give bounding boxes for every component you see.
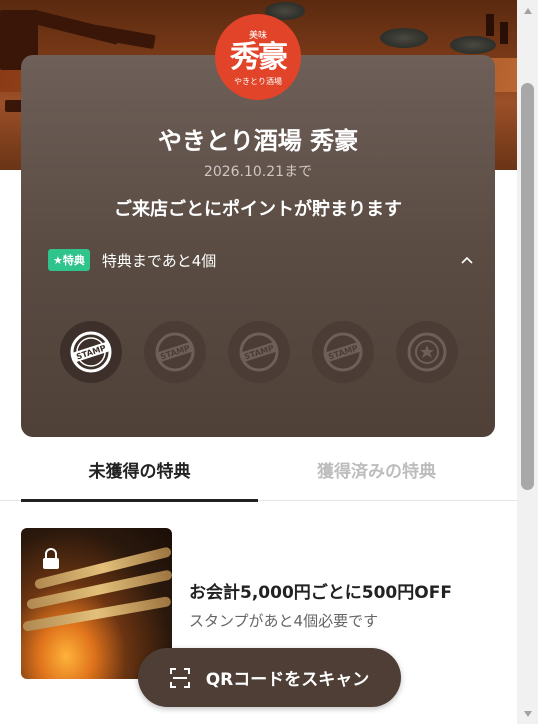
scroll-thumb[interactable] [521,83,534,490]
shop-name: やきとり酒場 秀豪 [157,127,359,155]
shop-logo: 美味 秀豪 やきとり酒場 [215,14,301,100]
lock-icon [43,548,59,569]
card-tagline: ご来店ごとにポイントが貯まります [114,199,402,220]
svg-text:STAMP: STAMP [327,343,359,361]
svg-text:STAMP: STAMP [243,343,275,361]
reward-title: お会計5,000円ごとに500円OFF [189,583,452,603]
hero-plate [380,28,428,48]
reward-tabs: 未獲得の特典 獲得済みの特典 [0,437,517,502]
bonus-toggle[interactable]: ★特典 特典まであと4個 [48,249,474,271]
stamp-placeholder-icon: STAMP [155,332,195,372]
bonus-badge: ★特典 [48,249,90,271]
chevron-up-icon[interactable] [460,253,474,267]
hero-bottle [500,22,508,44]
star-icon [407,332,447,372]
stamp-earned-icon: STAMP [70,331,112,373]
tab-unearned-rewards[interactable]: 未獲得の特典 [21,437,258,502]
svg-text:STAMP: STAMP [159,343,191,361]
tab-earned-rewards[interactable]: 獲得済みの特典 [258,437,495,501]
stamp-slot-earned: STAMP [60,321,122,383]
scroll-down-arrow-icon[interactable] [517,703,538,724]
stamp-placeholder-icon: STAMP [323,332,363,372]
reward-description: スタンプがあと4個必要です [189,612,379,630]
bonus-remaining-text: 特典まであと4個 [101,251,217,270]
stamp-card-page: やきとり酒場 秀豪 2026.10.21まで ご来店ごとにポイントが貯まります … [0,0,517,724]
stamp-slot-empty: STAMP [228,321,290,383]
stamp-placeholder-icon: STAMP [239,332,279,372]
scroll-up-arrow-icon[interactable] [517,0,538,21]
stamp-slot-empty: STAMP [144,321,206,383]
logo-kanji: 秀豪 [230,39,288,75]
vertical-scrollbar[interactable] [517,0,538,724]
logo-subtext: やきとり酒場 [234,76,282,86]
qr-scan-label: QRコードをスキャン [205,670,370,690]
stamp-slot-empty: STAMP [312,321,374,383]
hero-plate [450,36,496,54]
stamp-row: STAMP STAMP STAMP STAMP [60,321,458,383]
stamp-card: やきとり酒場 秀豪 2026.10.21まで ご来店ごとにポイントが貯まります … [21,55,495,437]
logo-top-text: 美味 [248,30,267,41]
stamp-slot-reward [396,321,458,383]
hero-chair [94,24,156,50]
card-expiry: 2026.10.21まで [203,164,313,180]
qr-scan-icon [169,667,190,688]
qr-scan-button[interactable]: QRコードをスキャン [138,648,401,707]
hero-bottle [486,14,494,36]
